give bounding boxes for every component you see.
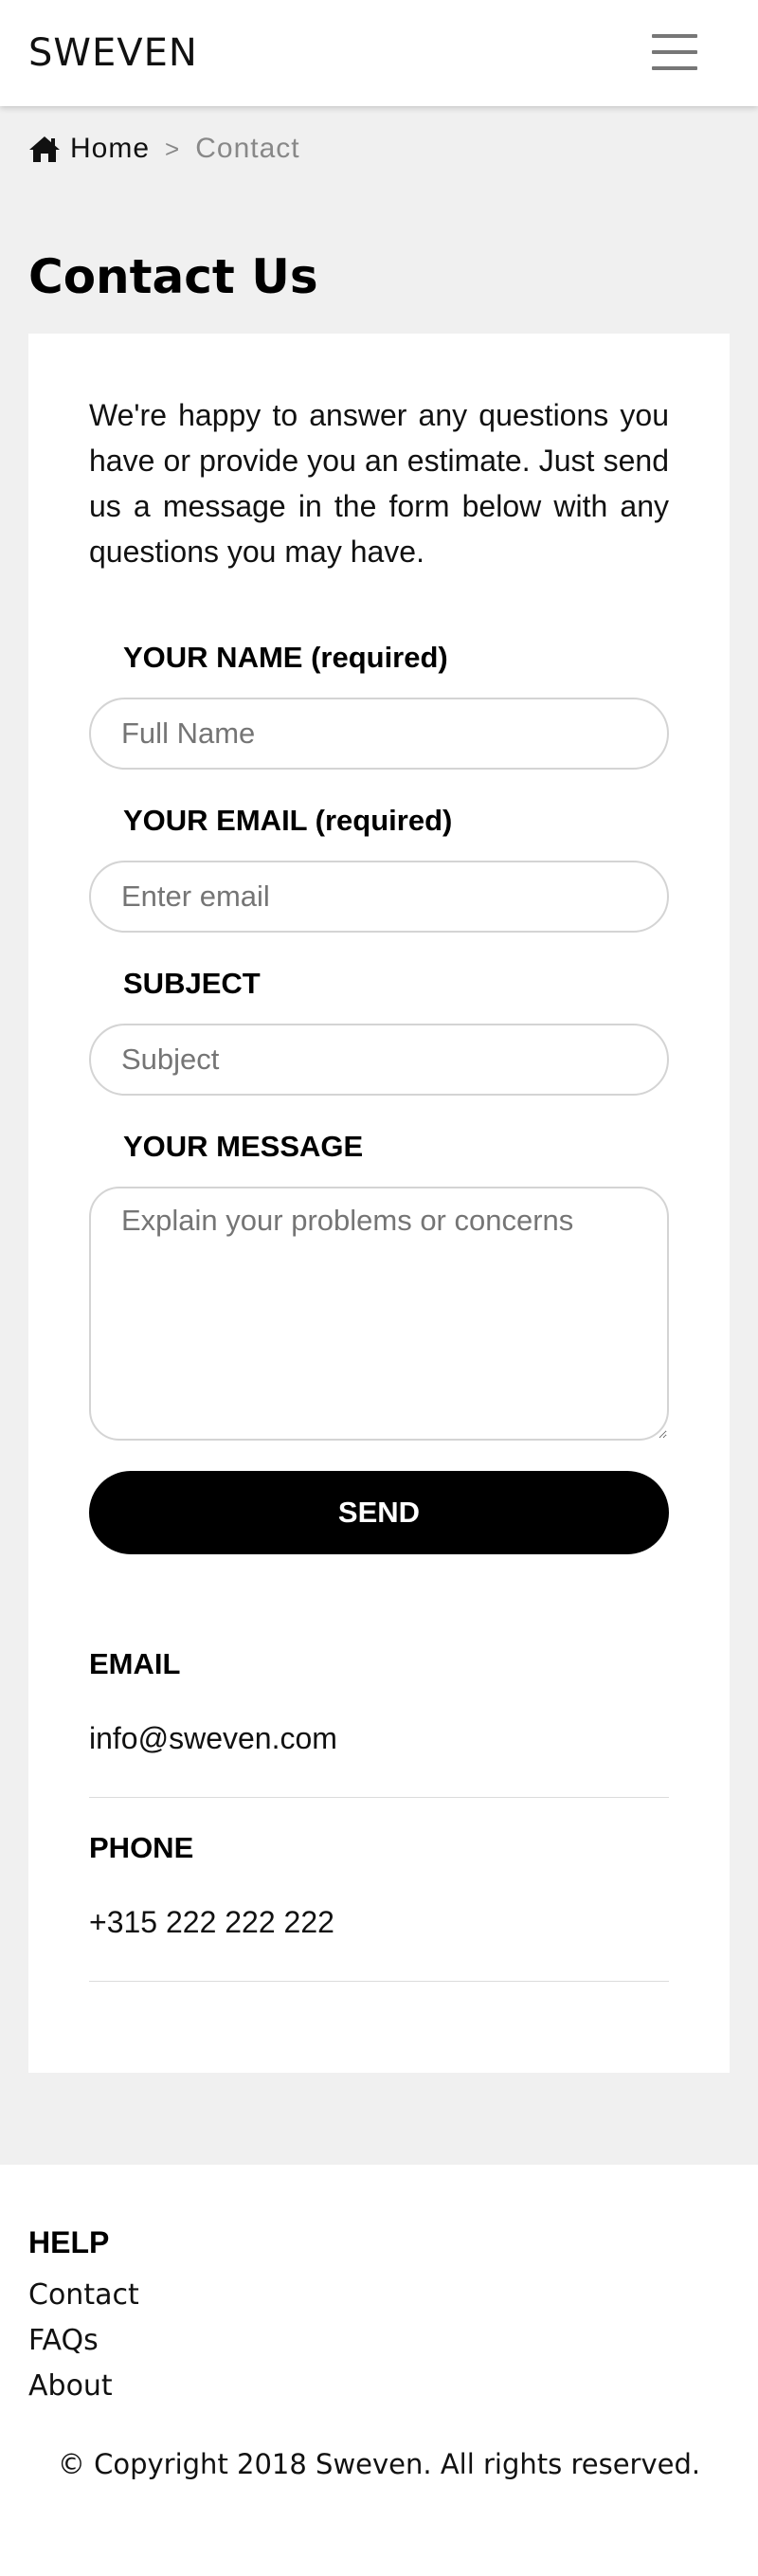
copyright-text: © Copyright 2018 Sweven. All rights rese… <box>57 2448 701 2480</box>
message-label: YOUR MESSAGE <box>123 1130 364 1163</box>
intro-text: We're happy to answer any questions you … <box>89 398 669 569</box>
email-value[interactable]: info@sweven.com <box>89 1719 337 1757</box>
hamburger-menu-icon[interactable] <box>650 30 699 74</box>
brand-logo[interactable]: SWEVEN <box>28 28 198 78</box>
phone-value[interactable]: +315 222 222 222 <box>89 1903 334 1941</box>
subject-label: SUBJECT <box>123 967 261 1000</box>
breadcrumb-separator: > <box>165 134 181 163</box>
menu-bar-top <box>652 34 697 38</box>
breadcrumb: Home > Contact <box>28 131 300 167</box>
breadcrumb-home-link[interactable]: Home <box>70 133 150 165</box>
email-input[interactable] <box>89 861 669 933</box>
subject-input[interactable] <box>89 1024 669 1096</box>
phone-heading: PHONE <box>89 1831 194 1864</box>
contact-card: We're happy to answer any questions you … <box>28 334 730 2073</box>
message-textarea[interactable] <box>89 1187 669 1441</box>
footer-link-contact[interactable]: Contact <box>28 2277 139 2314</box>
email-label: YOUR EMAIL (required) <box>123 804 453 837</box>
menu-bar-bottom <box>652 66 697 70</box>
footer-link-about[interactable]: About <box>28 2367 113 2405</box>
email-heading: EMAIL <box>89 1647 181 1680</box>
divider <box>89 1797 669 1798</box>
top-navbar: SWEVEN <box>0 0 758 106</box>
breadcrumb-current: Contact <box>195 133 300 164</box>
home-icon[interactable] <box>28 135 61 163</box>
page-title: Contact Us <box>28 249 318 304</box>
footer: HELP Contact FAQs About © Copyright 2018… <box>0 2165 758 2576</box>
send-button[interactable]: SEND <box>89 1471 669 1554</box>
name-input[interactable] <box>89 698 669 770</box>
name-label: YOUR NAME (required) <box>123 641 448 674</box>
menu-bar-middle <box>652 50 697 54</box>
footer-help-heading: HELP <box>28 2225 110 2259</box>
divider <box>89 1981 669 1982</box>
footer-link-faqs[interactable]: FAQs <box>28 2322 99 2360</box>
